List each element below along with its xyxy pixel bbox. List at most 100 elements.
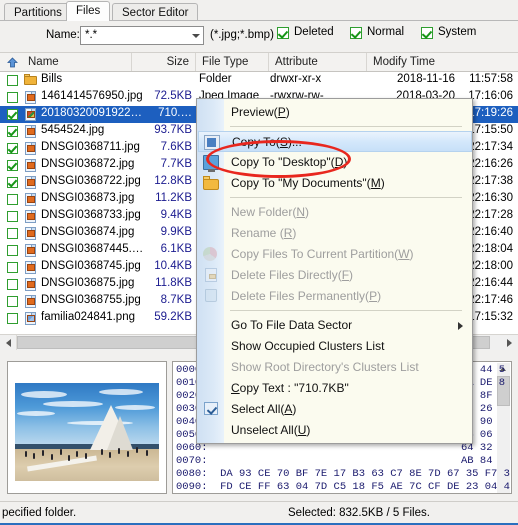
- sort-ascending-icon[interactable]: [7, 57, 18, 68]
- checkbox-normal-label: Normal: [367, 26, 405, 38]
- row-checkbox[interactable]: [7, 228, 18, 239]
- menu-item[interactable]: Copy To "Desktop"(D): [198, 152, 472, 173]
- menu-item[interactable]: Unselect All(U): [198, 420, 472, 441]
- tab-partitions[interactable]: Partitions: [4, 3, 72, 21]
- row-file-name: DNSGI0368755.jpg: [41, 294, 141, 306]
- menu-item: Show Root Directory's Clusters List: [198, 357, 472, 378]
- menu-item: Delete Files Permanently(P): [198, 286, 472, 307]
- tab-files[interactable]: Files: [66, 1, 111, 21]
- row-file-name: 5454524.jpg: [41, 124, 105, 136]
- menu-item[interactable]: Copy To(S)...: [198, 131, 472, 152]
- row-checkbox[interactable]: [7, 194, 18, 205]
- row-checkbox[interactable]: [7, 160, 18, 171]
- checkbox-system-label: System: [438, 26, 477, 38]
- row-file-name: 20180320091922…: [41, 107, 143, 119]
- jpeg-file-icon: [24, 91, 37, 104]
- file-list-header: Name Size File Type Attribute Modify Tim…: [0, 53, 518, 72]
- tab-sector-editor[interactable]: Sector Editor: [112, 3, 199, 21]
- menu-item[interactable]: Go To File Data Sector: [198, 315, 472, 336]
- check-icon: [421, 27, 433, 39]
- column-header-file-type[interactable]: File Type: [196, 53, 269, 71]
- menu-item-label: Copy To "Desktop"(D): [231, 155, 348, 169]
- row-checkbox[interactable]: [7, 92, 18, 103]
- row-checkbox[interactable]: [7, 279, 18, 290]
- menu-item[interactable]: Copy Text : "710.7KB": [198, 378, 472, 399]
- menu-item[interactable]: Show Occupied Clusters List: [198, 336, 472, 357]
- filter-bar: Name: *.* (*.jpg;*.bmp) Deleted Normal S…: [0, 21, 518, 53]
- row-file-name: DNSGI036872.jpg: [41, 158, 135, 170]
- column-header-name[interactable]: Name: [22, 53, 132, 71]
- jpeg-file-icon: [24, 193, 37, 206]
- column-header-attribute[interactable]: Attribute: [269, 53, 367, 71]
- hex-line: 0090: FD CE FF 63 04 7D C5 18 F5 AE 7C C…: [176, 481, 510, 493]
- column-header-modify-time[interactable]: Modify Time: [367, 53, 518, 71]
- disk-icon: [204, 135, 220, 150]
- row-file-type: Folder: [199, 73, 232, 85]
- row-file-size: 10.4KB: [154, 260, 192, 272]
- folder-icon: [24, 74, 37, 87]
- jpeg-file-icon: [24, 227, 37, 240]
- row-checkbox[interactable]: [7, 245, 18, 256]
- menu-item-label: Copy To(S)...: [232, 135, 302, 149]
- menu-item-label: Go To File Data Sector: [231, 318, 353, 332]
- hex-fragment: AB 84: [461, 455, 493, 467]
- jpeg-file-icon: [24, 142, 37, 155]
- check-icon: [277, 27, 289, 39]
- row-checkbox[interactable]: [7, 109, 18, 120]
- row-file-name: DNSGI036874.jpg: [41, 226, 135, 238]
- name-label: Name:: [46, 29, 80, 41]
- row-file-size: 11.8KB: [155, 277, 192, 289]
- name-filter-combobox[interactable]: *.*: [80, 26, 204, 45]
- menu-item-label: Copy Files To Current Partition(W): [231, 247, 414, 261]
- jpeg-file-icon: [24, 176, 37, 189]
- row-checkbox[interactable]: [7, 143, 18, 154]
- jpeg-file-icon: [24, 278, 37, 291]
- jpeg-file-icon: [24, 244, 37, 257]
- jpeg-file-icon: [24, 210, 37, 223]
- row-checkbox[interactable]: [7, 262, 18, 273]
- menu-item-label: Copy Text : "710.7KB": [231, 381, 349, 395]
- row-checkbox[interactable]: [7, 296, 18, 307]
- row-attribute: drwxr-xr-x: [270, 73, 322, 85]
- scroll-left-icon[interactable]: [0, 335, 17, 350]
- menu-item-label: Unselect All(U): [231, 423, 311, 437]
- row-file-name: DNSGI0368745.jpg: [41, 260, 141, 272]
- row-checkbox[interactable]: [7, 126, 18, 137]
- menu-item-label: Rename (R): [231, 226, 297, 240]
- row-checkbox[interactable]: [7, 313, 18, 324]
- status-selection-summary: Selected: 832.5KB / 5 Files.: [288, 507, 430, 519]
- row-file-name: 1461414576950.jpg: [41, 90, 143, 102]
- page-icon: [205, 268, 217, 282]
- hex-line: 0080: DA 93 CE 70 BF 7E 17 B3 63 C7 8E 7…: [176, 468, 510, 480]
- check-icon: [350, 27, 362, 39]
- row-checkbox[interactable]: [7, 177, 18, 188]
- row-file-name: DNSGI0368722.jpg: [41, 175, 141, 187]
- name-filter-value: *.*: [85, 29, 98, 41]
- context-menu[interactable]: Preview(P) Copy To(S)... Copy To "Desktop"…: [196, 98, 473, 444]
- monitor-icon: [203, 155, 219, 172]
- filter-hint-label: (*.jpg;*.bmp): [210, 29, 274, 41]
- chevron-down-icon[interactable]: [192, 34, 200, 38]
- menu-item[interactable]: Select All(A): [198, 399, 472, 420]
- menu-item[interactable]: Preview(P): [198, 102, 472, 123]
- jpeg-file-icon: [24, 125, 37, 138]
- chevron-right-icon: [458, 322, 463, 330]
- row-file-size: 9.9KB: [160, 226, 192, 238]
- menu-item-label: Copy To "My Documents"(M): [231, 176, 385, 190]
- scroll-right-icon[interactable]: [502, 335, 518, 350]
- menu-item-label: Select All(A): [231, 402, 297, 416]
- menu-item: Rename (R): [198, 223, 472, 244]
- row-file-size: 11.2KB: [155, 192, 192, 204]
- table-row[interactable]: Bills Folder drwxr-xr-x 2018-11-16 11:57:58: [0, 72, 518, 89]
- column-header-size[interactable]: Size: [132, 53, 196, 71]
- row-file-size: 7.7KB: [160, 158, 192, 170]
- row-checkbox[interactable]: [7, 211, 18, 222]
- menu-item-label: Show Root Directory's Clusters List: [231, 360, 419, 374]
- row-checkbox[interactable]: [7, 75, 18, 86]
- row-modify-time: 11:57:58: [469, 73, 513, 85]
- menu-item-label: Preview(P): [231, 105, 290, 119]
- menu-separator: [230, 126, 462, 127]
- row-file-name: DNSGI0368711.jpg: [41, 141, 140, 153]
- menu-item[interactable]: Copy To "My Documents"(M): [198, 173, 472, 194]
- status-message: pecified folder.: [2, 507, 77, 519]
